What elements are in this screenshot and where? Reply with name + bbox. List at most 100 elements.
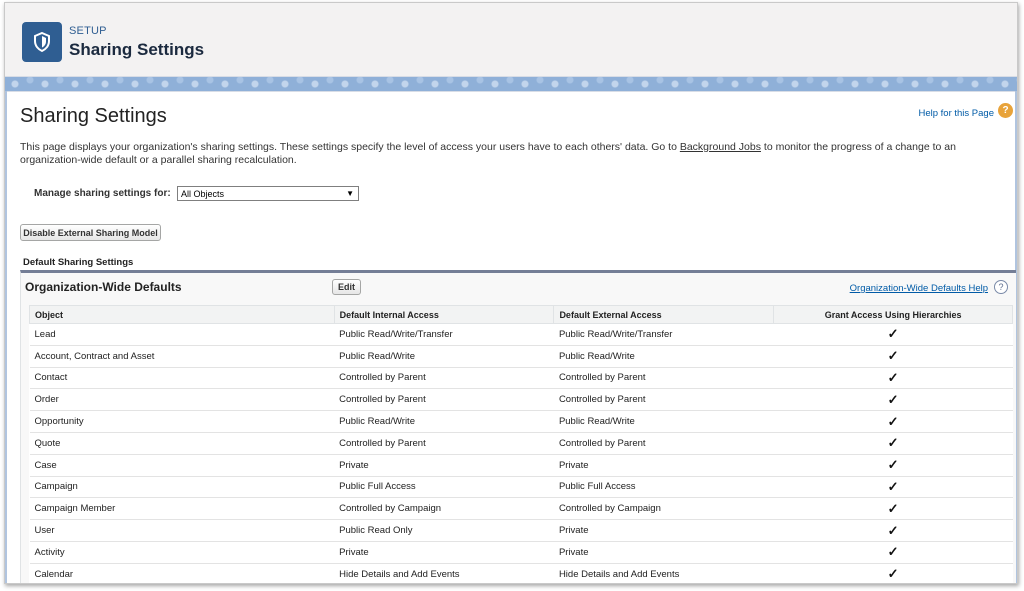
object-cell: Activity <box>29 541 335 564</box>
checkmark-icon: ✓ <box>887 435 899 451</box>
internal-access-cell: Controlled by Parent <box>334 367 554 390</box>
hierarchy-cell: ✓ <box>773 323 1013 346</box>
internal-access-cell: Private <box>334 454 554 477</box>
hierarchy-cell: ✓ <box>773 519 1013 542</box>
hierarchy-cell: ✓ <box>773 410 1013 433</box>
edit-button[interactable]: Edit <box>332 279 361 295</box>
checkmark-icon: ✓ <box>887 348 899 364</box>
internal-access-cell: Private <box>334 541 554 564</box>
hierarchy-cell: ✓ <box>773 367 1013 390</box>
external-access-cell: Public Read/Write <box>553 345 774 368</box>
decorative-band <box>5 77 1017 91</box>
org-wide-defaults-title: Organization-Wide Defaults <box>25 280 182 294</box>
table-row: Campaign Member Controlled by Campaign Con… <box>29 497 1013 521</box>
default-sharing-settings-label: Default Sharing Settings <box>23 257 134 268</box>
external-access-cell: Controlled by Parent <box>553 367 774 390</box>
internal-access-cell: Public Read Only <box>334 519 554 542</box>
internal-access-cell: Controlled by Parent <box>334 388 554 412</box>
checkmark-icon: ✓ <box>887 522 899 538</box>
table-header-row: Object Default Internal Access Default E… <box>29 305 1013 324</box>
table-row: Quote Controlled by Parent Controlled by P… <box>29 432 1013 455</box>
checkmark-icon: ✓ <box>887 391 899 407</box>
object-cell: Lead <box>29 323 335 346</box>
manage-sharing-label: Manage sharing settings for: <box>34 188 171 199</box>
checkmark-icon: ✓ <box>887 457 899 473</box>
hierarchy-cell: ✓ <box>773 563 1013 583</box>
internal-access-cell: Hide Details and Add Events <box>334 563 554 583</box>
external-access-cell: Controlled by Campaign <box>553 497 774 521</box>
external-access-cell: Private <box>553 519 774 542</box>
hierarchy-cell: ✓ <box>773 388 1013 412</box>
internal-access-cell: Controlled by Parent <box>334 432 554 455</box>
checkmark-icon: ✓ <box>887 413 899 429</box>
hierarchy-cell: ✓ <box>773 541 1013 564</box>
page-header: SETUP Sharing Settings <box>5 3 1017 77</box>
org-wide-defaults-section: Organization-Wide Defaults Edit Organiza… <box>20 270 1016 583</box>
external-access-cell: Private <box>553 454 774 477</box>
table-row: User Public Read Only Private ✓ <box>29 519 1013 542</box>
column-header-external-access: Default External Access <box>553 305 775 324</box>
external-access-cell: Hide Details and Add Events <box>553 563 774 583</box>
manage-sharing-value: All Objects <box>181 189 225 199</box>
hierarchy-cell: ✓ <box>773 432 1013 455</box>
checkmark-icon: ✓ <box>887 500 899 516</box>
description-text: This page displays your organization's s… <box>20 141 680 153</box>
column-header-object: Object <box>29 305 335 324</box>
object-cell: Order <box>29 388 335 412</box>
table-row: Account, Contract and Asset Public Read/W… <box>29 345 1013 368</box>
checkmark-icon: ✓ <box>887 566 899 582</box>
setup-label: SETUP <box>69 25 107 37</box>
table-row: Opportunity Public Read/Write Public Read/… <box>29 410 1013 433</box>
internal-access-cell: Public Read/Write <box>334 410 554 433</box>
checkmark-icon: ✓ <box>887 544 899 560</box>
manage-sharing-select[interactable]: All Objects ▼ <box>177 186 359 201</box>
hierarchy-cell: ✓ <box>773 497 1013 521</box>
page-title: Sharing Settings <box>20 105 167 127</box>
internal-access-cell: Public Full Access <box>334 476 554 499</box>
org-wide-defaults-help-link[interactable]: Organization-Wide Defaults Help <box>850 283 988 294</box>
checkmark-icon: ✓ <box>887 478 899 494</box>
internal-access-cell: Public Read/Write <box>334 345 554 368</box>
disable-external-sharing-button[interactable]: Disable External Sharing Model <box>20 224 161 241</box>
help-circle-icon[interactable]: ? <box>994 280 1008 294</box>
table-row: Calendar Hide Details and Add Events Hide … <box>29 563 1013 583</box>
internal-access-cell: Public Read/Write/Transfer <box>334 323 554 346</box>
hierarchy-cell: ✓ <box>773 476 1013 499</box>
checkmark-icon: ✓ <box>887 369 899 385</box>
app-frame: SETUP Sharing Settings Sharing Settings … <box>4 2 1018 584</box>
help-icon[interactable]: ? <box>998 103 1013 118</box>
help-for-page-link[interactable]: Help for this Page <box>918 108 994 119</box>
header-title: Sharing Settings <box>69 40 205 59</box>
internal-access-cell: Controlled by Campaign <box>334 497 554 521</box>
page-content: Sharing Settings Help for this Page ? Th… <box>7 91 1016 583</box>
table-row: Activity Private Private ✓ <box>29 541 1013 564</box>
page-description: This page displays your organization's s… <box>20 141 1005 167</box>
object-cell: Calendar <box>29 563 335 583</box>
table-row: Lead Public Read/Write/Transfer Public Rea… <box>29 323 1013 346</box>
object-cell: Campaign <box>29 476 335 499</box>
object-cell: Account, Contract and Asset <box>29 345 335 368</box>
table-body: Lead Public Read/Write/Transfer Public Rea… <box>29 323 1013 583</box>
checkmark-icon: ✓ <box>887 326 899 342</box>
background-jobs-link[interactable]: Background Jobs <box>680 141 761 153</box>
org-wide-defaults-table: Object Default Internal Access Default E… <box>29 305 1013 583</box>
hierarchy-cell: ✓ <box>773 345 1013 368</box>
column-header-internal-access: Default Internal Access <box>333 305 555 324</box>
object-cell: Case <box>29 454 335 477</box>
object-cell: Quote <box>29 432 335 455</box>
table-row: Order Controlled by Parent Controlled by P… <box>29 388 1013 412</box>
external-access-cell: Private <box>553 541 774 564</box>
shield-icon <box>22 22 62 62</box>
table-row: Campaign Public Full Access Public Full Ac… <box>29 476 1013 499</box>
table-row: Case Private Private ✓ <box>29 454 1013 477</box>
dropdown-arrow-icon: ▼ <box>346 189 354 198</box>
object-cell: Contact <box>29 367 335 390</box>
object-cell: User <box>29 519 335 542</box>
hierarchy-cell: ✓ <box>773 454 1013 477</box>
object-cell: Opportunity <box>29 410 335 433</box>
external-access-cell: Controlled by Parent <box>553 432 774 455</box>
external-access-cell: Public Full Access <box>553 476 774 499</box>
table-row: Contact Controlled by Parent Controlled by… <box>29 367 1013 390</box>
external-access-cell: Controlled by Parent <box>553 388 774 412</box>
object-cell: Campaign Member <box>29 497 335 521</box>
